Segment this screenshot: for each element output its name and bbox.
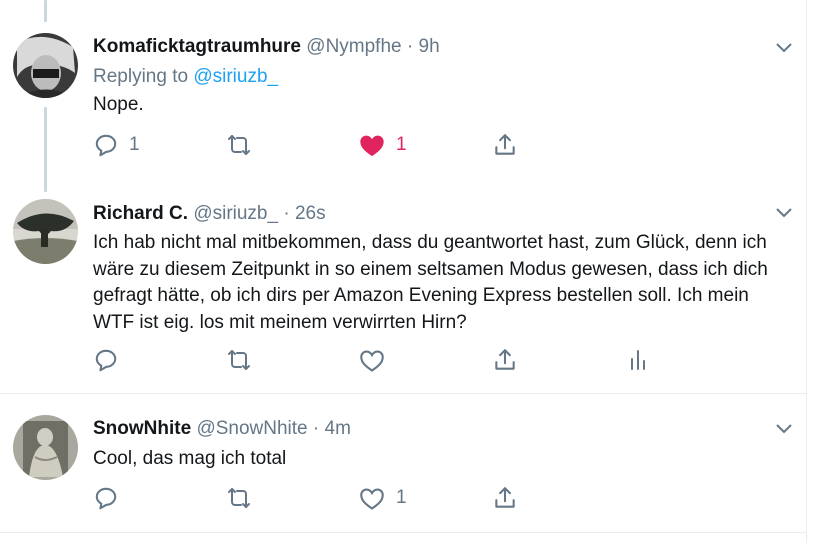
avatar[interactable] [13,415,78,480]
retweet-button[interactable] [225,485,253,511]
chevron-down-icon[interactable] [775,206,793,218]
timestamp[interactable]: 26s [295,203,326,224]
chevron-down-icon[interactable] [775,422,793,434]
reply-count: 1 [129,134,140,155]
display-name[interactable]: Komaficktagtraumhure [93,36,301,57]
like-button[interactable] [358,347,386,373]
tweet-text: Cool, das mag ich total [93,448,287,469]
separator-dot: · [406,36,414,57]
tweet-header: Richard C. @siriuzb_ · 26s [93,202,326,226]
tweet-snownhite[interactable]: SnowNhite @SnowNhite · 4m Cool, das mag … [0,394,806,532]
user-handle[interactable]: @siriuzb_ [193,203,278,224]
timestamp[interactable]: 9h [419,36,440,57]
display-name[interactable]: Richard C. [93,203,188,224]
user-handle[interactable]: @SnowNhite [196,418,307,439]
tweet-reply-nympfhe[interactable]: Komaficktagtraumhure @Nympfhe · 9h Reply… [0,0,806,190]
separator-dot: · [283,203,290,224]
user-handle[interactable]: @Nympfhe [306,36,401,57]
like-count: 1 [396,134,407,155]
avatar[interactable] [13,33,78,98]
retweet-icon [225,485,253,511]
share-icon [492,485,518,511]
like-button[interactable]: 1 [358,132,407,158]
analytics-button[interactable] [628,347,650,373]
timestamp[interactable]: 4m [325,418,351,439]
retweet-icon [225,132,253,158]
share-button[interactable] [492,132,518,158]
replying-handle-link[interactable]: @siriuzb_ [193,66,278,87]
reply-icon [93,347,119,373]
share-button[interactable] [492,485,518,511]
avatar[interactable] [13,199,78,264]
tweet-text: Ich hab nicht mal mitbekommen, dass du g… [93,232,768,333]
reply-button[interactable] [93,485,119,511]
heart-filled-icon [358,132,386,158]
reply-icon [93,132,119,158]
like-count: 1 [396,487,407,508]
heart-outline-icon [358,485,386,511]
reply-button[interactable] [93,347,119,373]
share-button[interactable] [492,347,518,373]
tweet-header: Komaficktagtraumhure @Nympfhe · 9h [93,35,440,59]
retweet-button[interactable] [225,347,253,373]
tweet-reply-siriuzb[interactable]: Richard C. @siriuzb_ · 26s Ich hab nicht… [0,190,806,393]
separator-dot: · [312,418,320,439]
like-button[interactable]: 1 [358,485,407,511]
share-icon [492,347,518,373]
reply-icon [93,485,119,511]
display-name[interactable]: SnowNhite [93,418,191,439]
share-icon [492,132,518,158]
tweet-divider [0,532,806,533]
replying-to: Replying to @siriuzb_ [93,65,278,89]
replying-prefix: Replying to [93,66,189,87]
heart-outline-icon [358,347,386,373]
reply-button[interactable]: 1 [93,132,140,158]
chevron-down-icon[interactable] [775,41,793,53]
retweet-button[interactable] [225,132,253,158]
timeline-border [806,0,807,543]
retweet-icon [225,347,253,373]
tweet-text: Nope. [93,94,144,115]
tweet-header: SnowNhite @SnowNhite · 4m [93,417,351,441]
analytics-icon [628,347,650,373]
